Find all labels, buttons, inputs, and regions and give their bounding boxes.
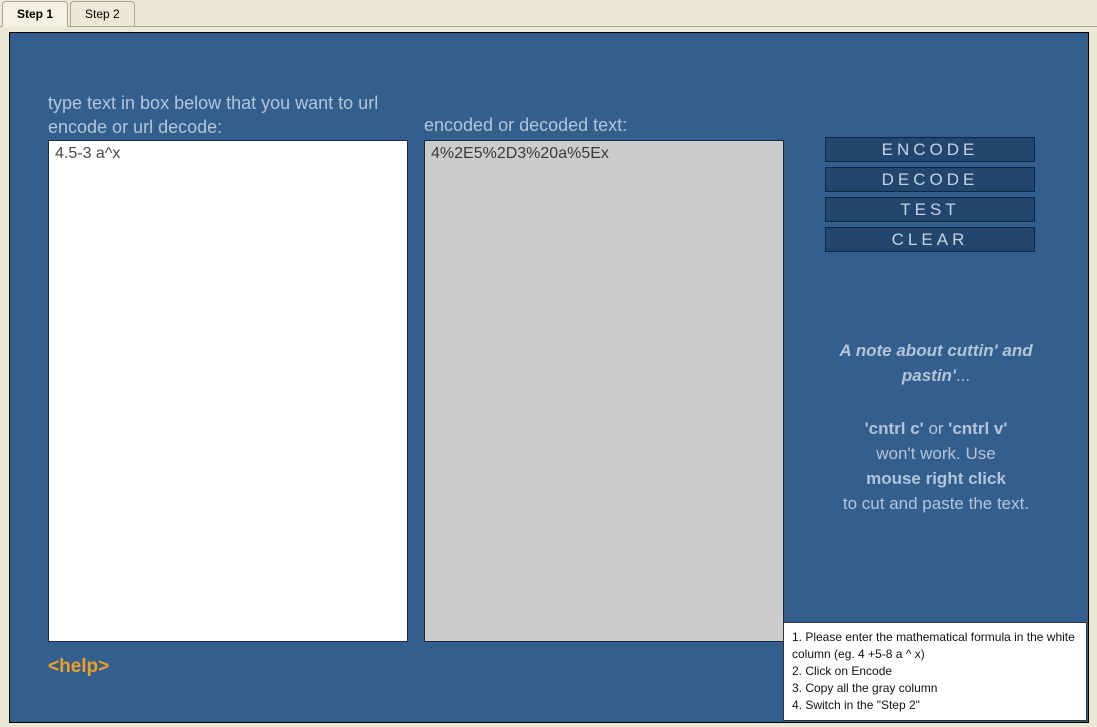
tooltip-line2: 2. Click on Encode — [792, 663, 1078, 680]
button-stack: ENCODE DECODE TEST CLEAR — [825, 137, 1035, 257]
clear-button[interactable]: CLEAR — [825, 227, 1035, 252]
note-or: or — [924, 419, 949, 438]
decode-button[interactable]: DECODE — [825, 167, 1035, 192]
note-cntrlc: 'cntrl c' — [865, 419, 924, 438]
tooltip-line4: 4. Switch in the "Step 2" — [792, 697, 1078, 714]
tab-step1[interactable]: Step 1 — [2, 1, 68, 27]
note-line2: won't work. Use — [876, 444, 995, 463]
help-tooltip: 1. Please enter the mathematical formula… — [783, 622, 1087, 721]
tab-bar: Step 1 Step 2 — [0, 0, 1097, 27]
test-button[interactable]: TEST — [825, 197, 1035, 222]
note-line4: to cut and paste the text. — [843, 494, 1029, 513]
note-cntrlv: 'cntrl v' — [948, 419, 1007, 438]
output-textarea[interactable] — [424, 140, 784, 642]
input-label: type text in box below that you want to … — [48, 91, 398, 139]
note-rightclick: mouse right click — [866, 469, 1006, 488]
tooltip-line3: 3. Copy all the gray column — [792, 680, 1078, 697]
note-title: A note about cuttin' and pastin' — [839, 341, 1032, 385]
output-label: encoded or decoded text: — [424, 115, 627, 136]
tab-step2[interactable]: Step 2 — [70, 1, 135, 27]
encode-button[interactable]: ENCODE — [825, 137, 1035, 162]
tooltip-line1: 1. Please enter the mathematical formula… — [792, 629, 1078, 663]
note-block: A note about cuttin' and pastin'... 'cnt… — [806, 338, 1066, 516]
note-title-suffix: ... — [956, 366, 970, 385]
help-link[interactable]: <help> — [48, 656, 109, 678]
note-body: 'cntrl c' or 'cntrl v' won't work. Use m… — [806, 416, 1066, 516]
input-textarea[interactable] — [48, 140, 408, 642]
main-panel: type text in box below that you want to … — [9, 32, 1089, 723]
